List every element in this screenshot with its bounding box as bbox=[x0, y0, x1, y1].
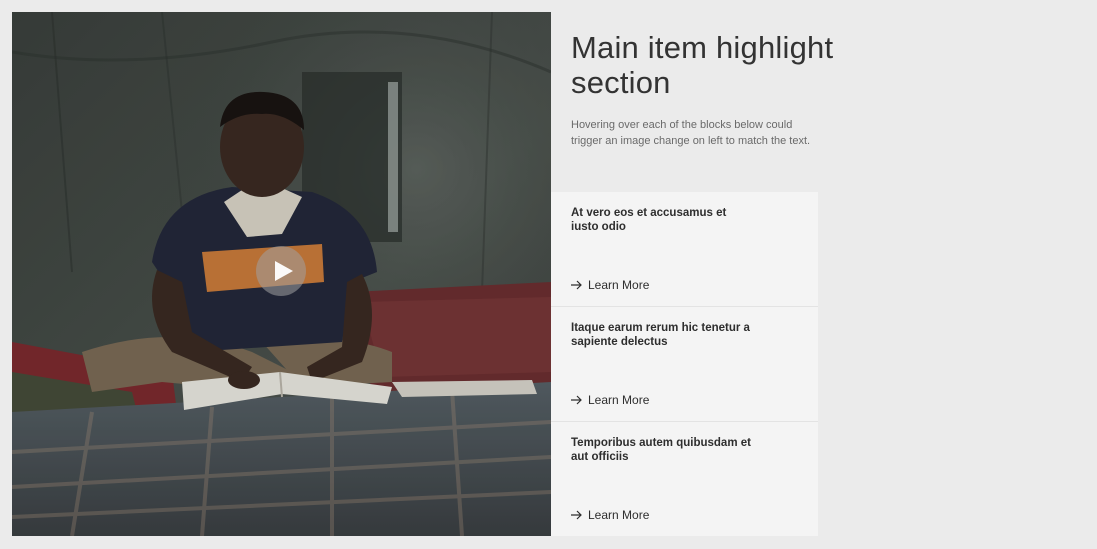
page-title: Main item highlight section bbox=[571, 30, 834, 100]
learn-more-link[interactable]: Learn More bbox=[570, 278, 649, 292]
highlight-content: Main item highlight section Hovering ove… bbox=[571, 30, 871, 149]
arrow-right-icon bbox=[571, 280, 582, 290]
video-poster[interactable] bbox=[12, 12, 551, 536]
page: Main item highlight section Hovering ove… bbox=[0, 0, 1097, 549]
intro-text: Hovering over each of the blocks below c… bbox=[571, 119, 811, 147]
card-heading: Itaque earum rerum hic tenetur a sapient… bbox=[571, 322, 750, 348]
learn-more-label: Learn More bbox=[588, 508, 650, 522]
highlight-cards: At vero eos et accusamus et iusto odio L… bbox=[551, 192, 818, 536]
learn-more-label: Learn More bbox=[588, 393, 650, 407]
arrow-right-icon bbox=[571, 510, 582, 520]
card-heading: At vero eos et accusamus et iusto odio bbox=[571, 207, 727, 233]
learn-more-label: Learn More bbox=[588, 278, 650, 292]
highlight-card[interactable]: Temporibus autem quibusdam et aut offici… bbox=[551, 422, 818, 536]
play-icon bbox=[275, 261, 293, 281]
highlight-card[interactable]: At vero eos et accusamus et iusto odio L… bbox=[551, 192, 818, 307]
learn-more-link[interactable]: Learn More bbox=[570, 393, 649, 407]
play-button[interactable] bbox=[256, 246, 306, 296]
arrow-right-icon bbox=[571, 395, 582, 405]
card-heading: Temporibus autem quibusdam et aut offici… bbox=[571, 437, 751, 463]
highlight-card[interactable]: Itaque earum rerum hic tenetur a sapient… bbox=[551, 307, 818, 422]
learn-more-link[interactable]: Learn More bbox=[570, 508, 649, 522]
